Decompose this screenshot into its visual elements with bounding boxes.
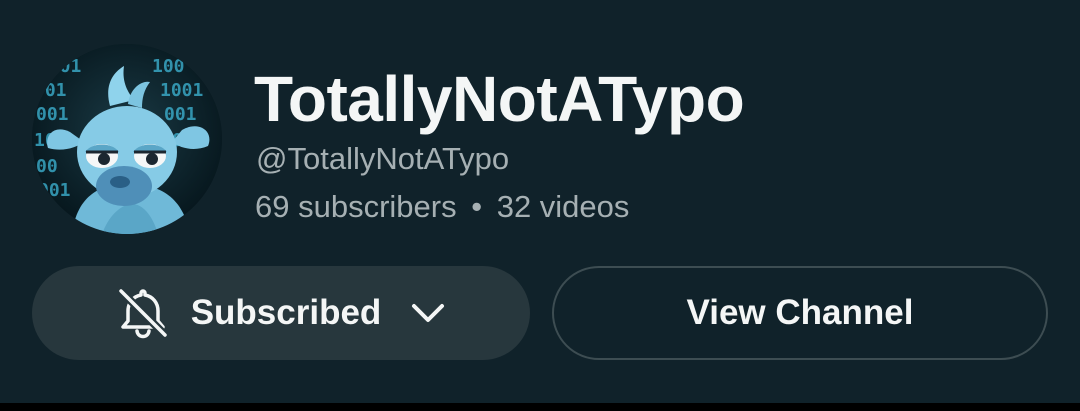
subscribed-button[interactable]: Subscribed (32, 266, 530, 360)
channel-name: TotallyNotATypo (254, 63, 745, 135)
svg-text:00: 00 (36, 156, 58, 177)
channel-stats: 69 subscribers • 32 videos (255, 189, 629, 225)
subscriber-count: 69 subscribers (255, 189, 457, 224)
svg-text:001: 001 (38, 180, 71, 201)
goat-avatar-image: 1001 100 001 1001 001 001 100 001 00 001… (32, 44, 222, 234)
svg-text:001: 001 (34, 80, 67, 101)
channel-avatar[interactable]: 1001 100 001 1001 001 001 100 001 00 001… (32, 44, 222, 234)
chevron-down-icon (412, 304, 445, 322)
channel-handle: @TotallyNotATypo (256, 141, 510, 176)
svg-text:1001: 1001 (160, 80, 203, 101)
svg-text:001: 001 (36, 104, 69, 125)
view-channel-button[interactable]: View Channel (552, 266, 1048, 360)
view-channel-label: View Channel (686, 293, 914, 332)
svg-text:01: 01 (40, 204, 62, 225)
stats-separator: • (471, 189, 483, 224)
bell-off-icon (117, 288, 168, 339)
channel-card: 1001 100 001 1001 001 001 100 001 00 001… (0, 0, 1080, 403)
video-count: 32 videos (496, 189, 630, 224)
svg-text:001: 001 (164, 104, 197, 125)
subscribed-label: Subscribed (190, 293, 382, 332)
svg-text:100: 100 (152, 56, 185, 77)
svg-text:1001: 1001 (38, 56, 81, 77)
bottom-divider (0, 403, 1080, 411)
